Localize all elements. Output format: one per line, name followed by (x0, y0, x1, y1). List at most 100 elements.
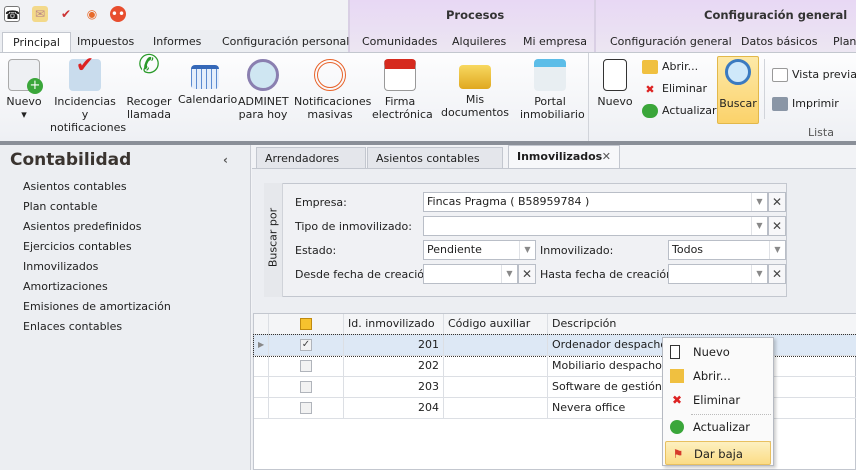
row-checkbox[interactable] (269, 398, 344, 419)
doc-tab-inmovilizados[interactable]: Inmovilizados ✕ (508, 145, 620, 169)
button-label: Eliminar (662, 82, 708, 95)
row-checkbox[interactable] (269, 356, 344, 377)
lista-nuevo-button[interactable]: Nuevo (596, 59, 634, 108)
calendario-button[interactable]: Calendario (178, 59, 237, 106)
clear-hasta-button[interactable]: ✕ (768, 264, 786, 284)
menu-item-dar-baja[interactable]: ⚑ Dar baja (665, 441, 771, 465)
context-group-label: Configuración general (704, 8, 848, 22)
empresa-combo[interactable]: Fincas Pragma ( B58959784 ) ▼ (423, 192, 768, 212)
estado-combo[interactable]: Pendiente ▼ (423, 240, 536, 260)
close-icon[interactable]: ✕ (602, 146, 611, 168)
actualizar-button[interactable]: Actualizar (642, 103, 717, 119)
printer-icon (772, 97, 788, 111)
delete-icon: ✖ (645, 83, 655, 96)
sidebar-item-asientos-contables[interactable]: Asientos contables (23, 180, 127, 193)
menu-item-nuevo[interactable]: Nuevo (665, 340, 771, 364)
search-icon (725, 59, 751, 85)
button-label: Vista previa (792, 68, 856, 81)
tab-mi-empresa[interactable]: Mi empresa (523, 32, 587, 52)
new-doc-icon: + (8, 59, 43, 94)
button-label: Nuevo (597, 95, 633, 108)
row-checkbox[interactable]: ✓ (269, 335, 344, 356)
hasta-label: Hasta fecha de creación: (540, 268, 677, 281)
tab-impuestos[interactable]: Impuestos (77, 32, 134, 52)
search-panel-label: Buscar por (264, 183, 283, 297)
tab-principal[interactable]: Principal (2, 32, 71, 54)
button-label: Buscar (719, 97, 757, 110)
row-indicator (254, 356, 269, 377)
chevron-down-icon[interactable]: ▼ (519, 241, 535, 259)
portal-inmobiliario-button[interactable]: Portal inmobiliario (520, 59, 585, 121)
incidencias-button[interactable]: ✔ Incidencias y notificaciones (50, 55, 126, 135)
tipo-combo[interactable]: ▼ (423, 216, 768, 236)
eliminar-button[interactable]: ✖ Eliminar (642, 81, 707, 97)
mascot-icon[interactable]: •• (110, 6, 126, 22)
menu-label: Actualizar (693, 420, 751, 434)
cell-codigo (444, 335, 548, 356)
sidebar-item-emisiones[interactable]: Emisiones de amortización (23, 300, 171, 313)
delete-icon: ✖ (671, 393, 683, 407)
tab-configuracion-general[interactable]: Configuración general (610, 32, 732, 52)
sidebar-item-amortizaciones[interactable]: Amortizaciones (23, 280, 108, 293)
tab-configuracion-personal[interactable]: Configuración personal (222, 32, 349, 52)
clear-empresa-button[interactable]: ✕ (768, 192, 786, 212)
hasta-date[interactable]: ▼ (668, 264, 768, 284)
sidebar-item-enlaces-contables[interactable]: Enlaces contables (23, 320, 122, 333)
sidebar-item-inmovilizados[interactable]: Inmovilizados (23, 260, 98, 273)
select-all-checkbox[interactable] (269, 314, 344, 335)
adminet-button[interactable]: ADMINET para hoy (238, 59, 289, 121)
sidebar-item-ejercicios-contables[interactable]: Ejercicios contables (23, 240, 132, 253)
chevron-down-icon[interactable]: ▼ (751, 193, 767, 211)
tab-label: Inmovilizados (517, 150, 603, 163)
column-header-codigo[interactable]: Código auxiliar (444, 314, 548, 335)
imprimir-button[interactable]: Imprimir (772, 96, 839, 112)
tab-informes[interactable]: Informes (153, 32, 201, 52)
tab-alquileres[interactable]: Alquileres (452, 32, 506, 52)
abrir-button[interactable]: Abrir... (642, 59, 698, 75)
column-header-id[interactable]: Id. inmovilizado (344, 314, 444, 335)
nuevo-button[interactable]: + Nuevo ▾ (4, 59, 44, 121)
button-label: Recoger llamada (126, 95, 172, 121)
collapse-chevron-icon[interactable]: ‹ (223, 153, 228, 167)
chevron-down-icon[interactable]: ▼ (501, 265, 517, 283)
row-checkbox[interactable] (269, 377, 344, 398)
mail-icon[interactable]: ✉ (32, 6, 48, 22)
chevron-down-icon[interactable]: ▼ (751, 265, 767, 283)
menu-item-eliminar[interactable]: ✖ Eliminar (665, 388, 771, 412)
sidebar-item-plan-contable[interactable]: Plan contable (23, 200, 98, 213)
recoger-llamada-button[interactable]: ✆ Recoger llamada (126, 52, 172, 121)
cell-codigo (444, 398, 548, 419)
broadcast-icon[interactable]: ◉ (84, 6, 100, 22)
tasks-icon[interactable]: ✔ (58, 6, 74, 22)
inmovilizado-combo[interactable]: Todos ▼ (668, 240, 786, 260)
desde-date[interactable]: ▼ (423, 264, 518, 284)
firma-electronica-button[interactable]: Firma electrónica (372, 59, 433, 121)
tab-datos-basicos[interactable]: Datos básicos (741, 32, 818, 52)
sidebar-item-asientos-predefinidos[interactable]: Asientos predefinidos (23, 220, 142, 233)
folder-icon (459, 65, 491, 89)
vista-previa-button[interactable]: Vista previa (772, 67, 856, 83)
mis-documentos-button[interactable]: Mis documentos (434, 59, 516, 119)
chevron-down-icon[interactable]: ▼ (751, 217, 767, 235)
empresa-label: Empresa: (295, 196, 347, 209)
clear-desde-button[interactable]: ✕ (518, 264, 536, 284)
clock-icon (247, 59, 279, 91)
column-header-descripcion[interactable]: Descripción (548, 314, 856, 335)
doc-tab-arrendadores[interactable]: Arrendadores (256, 147, 366, 169)
ribbon: + Nuevo ▾ ✔ Incidencias y notificaciones ✆ R… (0, 52, 856, 142)
tab-plantillas[interactable]: Plant (833, 32, 856, 52)
buscar-button[interactable]: Buscar (717, 56, 759, 124)
notificaciones-masivas-button[interactable]: Notificaciones masivas (294, 59, 371, 121)
doc-tab-asientos-contables[interactable]: Asientos contables (367, 147, 503, 169)
app-menu-icon[interactable]: ☎ (4, 6, 20, 22)
clear-tipo-button[interactable]: ✕ (768, 216, 786, 236)
refresh-icon (642, 104, 658, 118)
tab-comunidades[interactable]: Comunidades (362, 32, 437, 52)
chevron-down-icon[interactable]: ▼ (769, 241, 785, 259)
button-label: Portal inmobiliario (520, 95, 585, 121)
group-label-lista: Lista (808, 126, 834, 139)
menu-item-actualizar[interactable]: Actualizar (665, 415, 771, 439)
sidebar: Contabilidad ‹ Asientos contables Plan c… (0, 145, 250, 470)
menu-item-abrir[interactable]: Abrir... (665, 364, 771, 388)
value: Todos (672, 243, 704, 256)
